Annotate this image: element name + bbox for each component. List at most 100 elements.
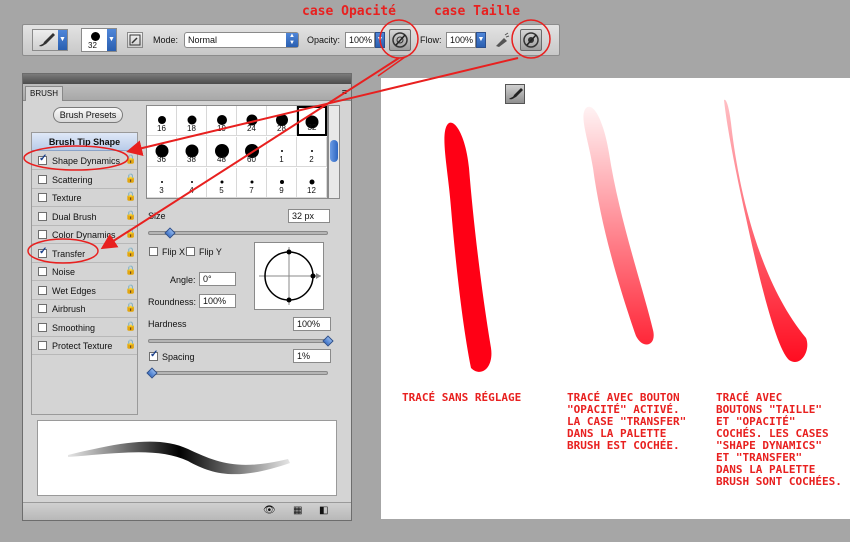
brush-tip-size: 3 bbox=[159, 186, 164, 195]
grid-icon[interactable]: ▦ bbox=[293, 505, 302, 516]
brush-tip-cell[interactable]: 32 bbox=[297, 106, 327, 136]
setting-noise[interactable]: Noise 🔒 bbox=[32, 263, 137, 281]
brush-tip-cell[interactable]: 7 bbox=[237, 168, 267, 198]
brush-tip-cell[interactable]: 48 bbox=[207, 137, 237, 167]
flip-y-checkbox[interactable] bbox=[186, 247, 195, 256]
lock-icon[interactable]: 🔒 bbox=[125, 210, 136, 222]
lock-icon[interactable]: 🔒 bbox=[125, 339, 136, 351]
brush-tip-cell[interactable]: 18 bbox=[177, 106, 207, 136]
tool-preset-picker[interactable]: ▼ bbox=[32, 29, 68, 51]
hardness-field[interactable]: 100% bbox=[293, 317, 331, 331]
setting-color-dynamics[interactable]: Color Dynamics 🔒 bbox=[32, 226, 137, 244]
size-pressure-button[interactable] bbox=[520, 29, 542, 51]
setting-checkbox[interactable] bbox=[38, 193, 47, 202]
setting-dual-brush[interactable]: Dual Brush 🔒 bbox=[32, 208, 137, 226]
setting-texture[interactable]: Texture 🔒 bbox=[32, 189, 137, 207]
mode-select[interactable]: Normal ▲ ▼ bbox=[184, 32, 299, 48]
brush-tip-cell[interactable]: 38 bbox=[177, 137, 207, 167]
tab-brush[interactable]: BRUSH bbox=[25, 86, 63, 101]
angle-roundness-widget[interactable] bbox=[254, 242, 324, 310]
spacing-label: Spacing bbox=[162, 352, 195, 362]
brush-tip-cell[interactable]: 60 bbox=[237, 137, 267, 167]
setting-checkbox[interactable] bbox=[38, 230, 47, 239]
flow-input[interactable]: 100% bbox=[446, 32, 476, 48]
brush-grid-scrollbar[interactable] bbox=[328, 105, 340, 199]
new-preset-icon[interactable]: ◧ bbox=[319, 505, 328, 516]
brush-tip-cell[interactable]: 9 bbox=[267, 168, 297, 198]
flip-x-label: Flip X bbox=[162, 247, 186, 257]
setting-airbrush[interactable]: Airbrush 🔒 bbox=[32, 300, 137, 318]
setting-scattering[interactable]: Scattering 🔒 bbox=[32, 171, 137, 189]
brush-tip-cell[interactable]: 24 bbox=[237, 106, 267, 136]
brush-tip-cell[interactable]: 1 bbox=[267, 137, 297, 167]
brush-tip-shape-item[interactable]: Brush Tip Shape bbox=[32, 133, 137, 151]
setting-wet-edges[interactable]: Wet Edges 🔒 bbox=[32, 282, 137, 300]
lock-icon[interactable]: 🔒 bbox=[125, 173, 136, 185]
angle-value: 0° bbox=[203, 274, 212, 284]
lock-icon[interactable]: 🔒 bbox=[125, 284, 136, 296]
setting-shape-dynamics[interactable]: Shape Dynamics 🔒 bbox=[32, 152, 137, 170]
lock-icon[interactable]: 🔒 bbox=[125, 191, 136, 203]
flip-x-checkbox[interactable] bbox=[149, 247, 158, 256]
brush-tip-size: 36 bbox=[157, 155, 166, 164]
brush-tip-cell[interactable]: 5 bbox=[207, 168, 237, 198]
setting-checkbox[interactable] bbox=[38, 322, 47, 332]
hardness-slider[interactable] bbox=[148, 339, 328, 343]
setting-checkbox[interactable] bbox=[38, 153, 47, 165]
panel-tab-bar: ≡ bbox=[23, 84, 351, 101]
hardness-slider-knob[interactable] bbox=[322, 335, 334, 347]
setting-transfer[interactable]: Transfer 🔒 bbox=[32, 245, 137, 263]
brush-tip-size: 60 bbox=[247, 155, 256, 164]
setting-protect-texture[interactable]: Protect Texture 🔒 bbox=[32, 337, 137, 355]
brush-tip-cell[interactable]: 12 bbox=[297, 168, 327, 198]
brush-tip-cell[interactable]: 28 bbox=[267, 106, 297, 136]
spacing-slider-knob[interactable] bbox=[146, 367, 158, 379]
opacity-dropdown-arrow[interactable]: ▼ bbox=[375, 32, 385, 48]
setting-checkbox[interactable] bbox=[38, 285, 47, 295]
lock-icon[interactable]: 🔒 bbox=[125, 247, 136, 259]
opacity-pressure-button[interactable] bbox=[389, 29, 411, 51]
lock-icon[interactable]: 🔒 bbox=[125, 302, 136, 314]
brush-tip-cell[interactable]: 2 bbox=[297, 137, 327, 167]
opacity-input[interactable]: 100% bbox=[345, 32, 375, 48]
brush-panel-toggle-button[interactable] bbox=[127, 32, 143, 48]
spacing-checkbox[interactable] bbox=[149, 349, 158, 361]
setting-smoothing[interactable]: Smoothing 🔒 bbox=[32, 319, 137, 337]
spacing-field[interactable]: 1% bbox=[293, 349, 331, 363]
roundness-field[interactable]: 100% bbox=[199, 294, 236, 308]
setting-checkbox[interactable] bbox=[38, 246, 47, 258]
brush-presets-button[interactable]: Brush Presets bbox=[53, 107, 123, 123]
size-slider-knob[interactable] bbox=[163, 227, 176, 239]
brush-tip-dot-icon bbox=[250, 180, 253, 184]
size-value: 32 px bbox=[292, 211, 315, 221]
spacing-slider[interactable] bbox=[148, 371, 328, 375]
setting-checkbox[interactable] bbox=[38, 267, 47, 276]
angle-field[interactable]: 0° bbox=[199, 272, 236, 286]
brush-tip-cell[interactable]: 4 bbox=[177, 168, 207, 198]
flow-dropdown-arrow[interactable]: ▼ bbox=[476, 32, 486, 48]
setting-checkbox[interactable] bbox=[38, 211, 47, 221]
brush-tip-cell[interactable]: 19 bbox=[207, 106, 237, 136]
caption-stroke-no-settings: Tracé sans réglage bbox=[402, 391, 522, 404]
scrollbar-thumb[interactable] bbox=[330, 140, 338, 162]
lock-icon[interactable]: 🔒 bbox=[125, 154, 136, 166]
angle-label: Angle: bbox=[170, 275, 196, 285]
size-field[interactable]: 32 px bbox=[288, 209, 330, 223]
brush-tip-cell[interactable]: 16 bbox=[147, 106, 177, 136]
panel-menu-icon[interactable]: ≡ bbox=[342, 87, 347, 97]
brush-tip-cell[interactable]: 3 bbox=[147, 168, 177, 198]
brush-picker[interactable]: 32 ▼ bbox=[81, 28, 117, 52]
brush-tip-cell[interactable]: 36 bbox=[147, 137, 177, 167]
setting-checkbox[interactable] bbox=[38, 304, 47, 313]
brush-tip-size: 32 bbox=[307, 123, 317, 132]
brush-tip-dot-icon bbox=[220, 180, 223, 184]
lock-icon[interactable]: 🔒 bbox=[125, 265, 136, 277]
lock-icon[interactable]: 🔒 bbox=[125, 321, 136, 333]
setting-checkbox[interactable] bbox=[38, 174, 47, 184]
airbrush-button[interactable] bbox=[493, 31, 511, 49]
setting-checkbox[interactable] bbox=[38, 341, 47, 350]
lock-icon[interactable]: 🔒 bbox=[125, 228, 136, 240]
eye-icon[interactable]: 👁 bbox=[263, 505, 276, 516]
flow-value: 100% bbox=[450, 35, 474, 45]
panel-title-bar[interactable] bbox=[23, 74, 351, 84]
